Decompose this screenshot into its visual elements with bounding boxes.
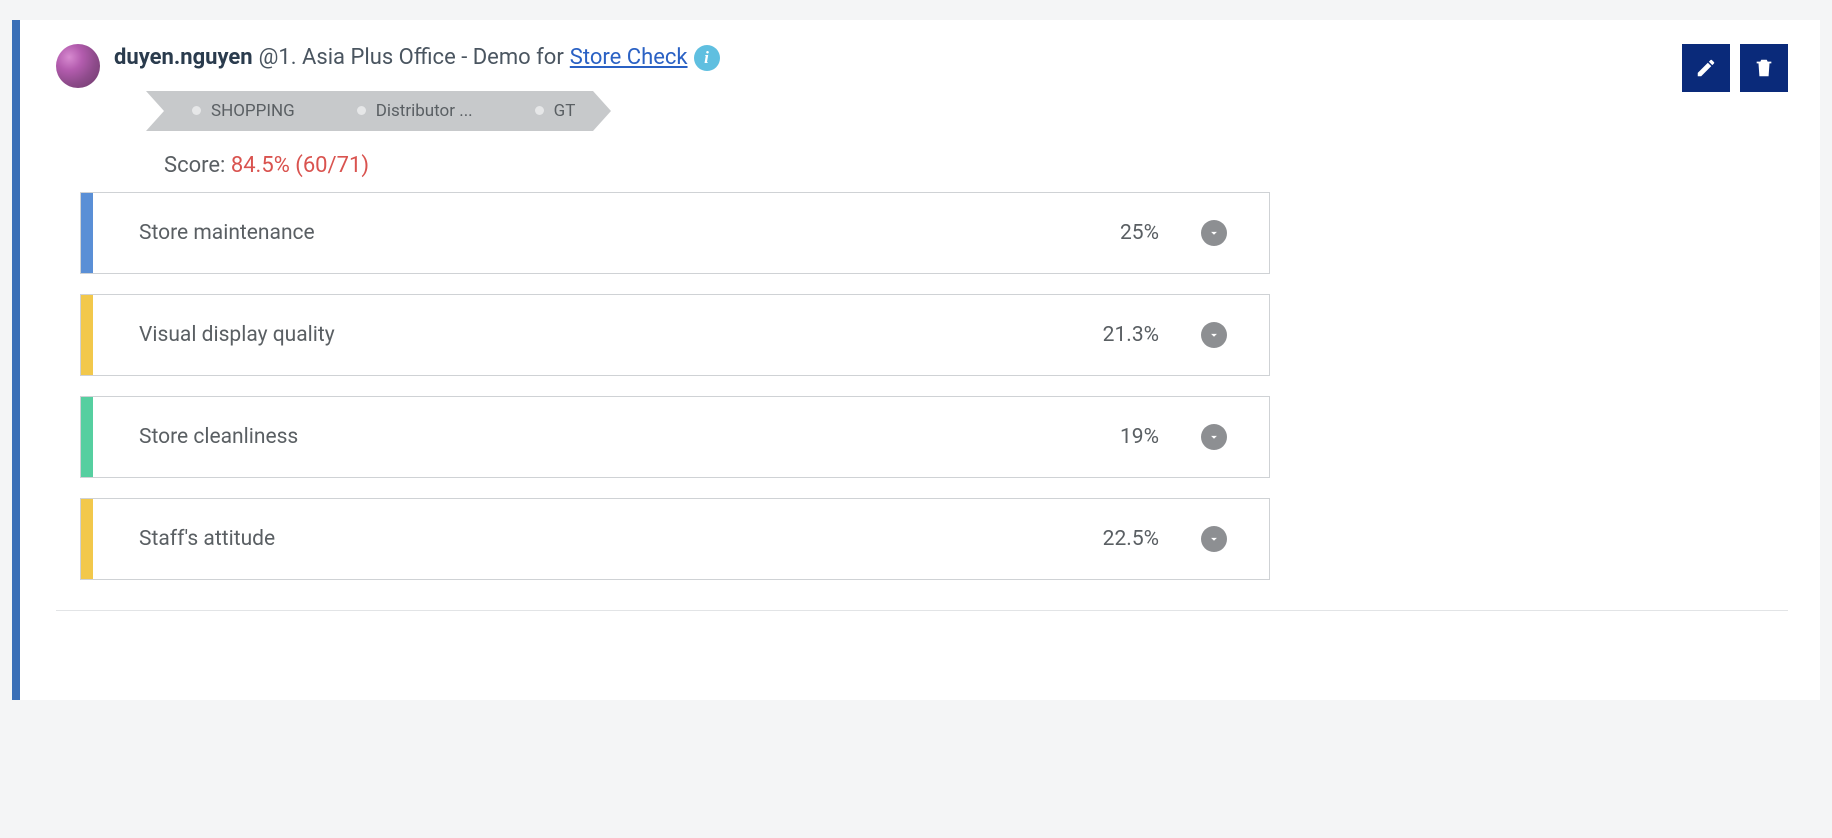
category-rows: Store maintenance25% Visual display quali…	[80, 192, 1270, 580]
header-left: duyen.nguyen @1. Asia Plus Office - Demo…	[56, 44, 720, 192]
avatar[interactable]	[56, 44, 100, 88]
category-row[interactable]: Visual display quality21.3%	[80, 294, 1270, 376]
expand-button[interactable]	[1201, 424, 1227, 450]
score-label: Score:	[164, 153, 231, 178]
bullet-icon	[357, 106, 366, 115]
row-expand	[1159, 220, 1269, 246]
category-row[interactable]: Staff's attitude22.5%	[80, 498, 1270, 580]
expand-button[interactable]	[1201, 526, 1227, 552]
row-color-stripe	[81, 193, 93, 273]
row-label: Store maintenance	[93, 221, 1049, 245]
row-percent: 25%	[1049, 221, 1159, 245]
breadcrumb-item[interactable]: GT	[507, 91, 594, 131]
breadcrumb-label: GT	[554, 91, 576, 131]
expand-button[interactable]	[1201, 220, 1227, 246]
chevron-down-icon	[1207, 430, 1221, 444]
store-check-link[interactable]: Store Check	[570, 44, 688, 73]
divider	[56, 610, 1788, 611]
title-block: duyen.nguyen @1. Asia Plus Office - Demo…	[114, 44, 720, 192]
bullet-icon	[535, 106, 544, 115]
edit-button[interactable]	[1682, 44, 1730, 92]
location-text: @1. Asia Plus Office - Demo for	[259, 44, 564, 73]
chevron-down-icon	[1207, 226, 1221, 240]
row-percent: 21.3%	[1049, 323, 1159, 347]
row-expand	[1159, 526, 1269, 552]
breadcrumb: SHOPPING Distributor ... GT	[164, 91, 720, 131]
chevron-down-icon	[1207, 532, 1221, 546]
card-header: duyen.nguyen @1. Asia Plus Office - Demo…	[56, 44, 1788, 192]
row-color-stripe	[81, 499, 93, 579]
user-name: duyen.nguyen	[114, 44, 253, 73]
row-color-stripe	[81, 295, 93, 375]
delete-button[interactable]	[1740, 44, 1788, 92]
category-row[interactable]: Store cleanliness19%	[80, 396, 1270, 478]
info-icon[interactable]: i	[694, 45, 720, 71]
row-label: Visual display quality	[93, 323, 1049, 347]
breadcrumb-label: SHOPPING	[211, 91, 295, 131]
row-color-stripe	[81, 397, 93, 477]
row-expand	[1159, 322, 1269, 348]
breadcrumb-item[interactable]: Distributor ...	[329, 91, 491, 131]
header-actions	[1682, 44, 1788, 92]
score-line: Score: 84.5% (60/71)	[164, 153, 720, 178]
title-line: duyen.nguyen @1. Asia Plus Office - Demo…	[114, 44, 720, 73]
breadcrumb-label: Distributor ...	[376, 91, 473, 131]
row-label: Store cleanliness	[93, 425, 1049, 449]
chevron-down-icon	[1207, 328, 1221, 342]
row-percent: 22.5%	[1049, 527, 1159, 551]
row-expand	[1159, 424, 1269, 450]
category-row[interactable]: Store maintenance25%	[80, 192, 1270, 274]
expand-button[interactable]	[1201, 322, 1227, 348]
pencil-icon	[1695, 57, 1717, 79]
breadcrumb-item[interactable]: SHOPPING	[164, 91, 313, 131]
row-percent: 19%	[1049, 425, 1159, 449]
score-value: 84.5% (60/71)	[231, 153, 369, 178]
trash-icon	[1753, 57, 1775, 79]
bullet-icon	[192, 106, 201, 115]
row-label: Staff's attitude	[93, 527, 1049, 551]
record-card: duyen.nguyen @1. Asia Plus Office - Demo…	[12, 20, 1820, 700]
